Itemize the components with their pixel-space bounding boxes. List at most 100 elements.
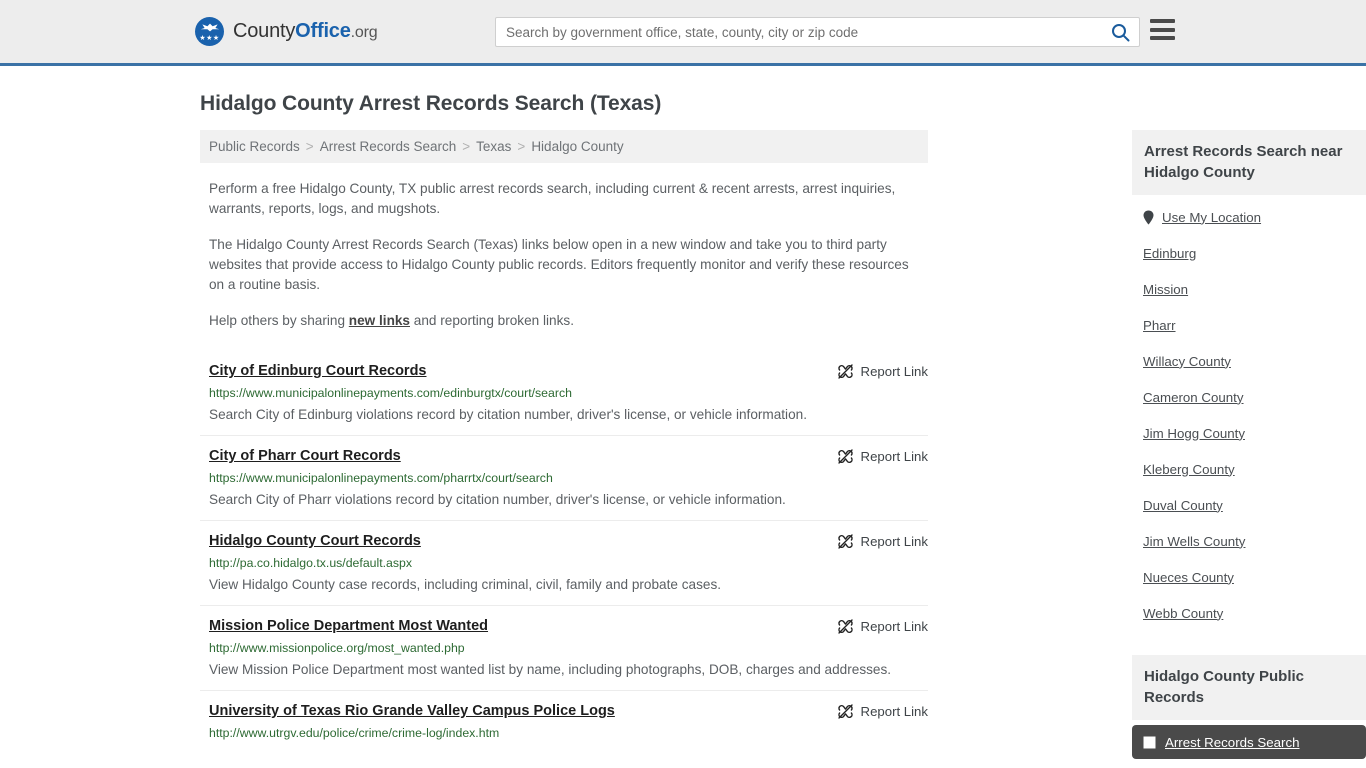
intro-paragraph-2: The Hidalgo County Arrest Records Search… bbox=[209, 237, 909, 292]
sidebar-item-pharr[interactable]: Pharr bbox=[1132, 307, 1366, 343]
report-link-button[interactable]: Report Link bbox=[837, 703, 928, 720]
report-link-label: Report Link bbox=[860, 534, 928, 549]
broken-link-icon bbox=[837, 448, 854, 465]
sidebar-item-court-records-search[interactable]: Court Records Search bbox=[1132, 759, 1366, 768]
intro-paragraph-3: Help others by sharing new links and rep… bbox=[209, 311, 919, 331]
sidebar-item-cameron-county[interactable]: Cameron County bbox=[1132, 379, 1366, 415]
hamburger-bar-3 bbox=[1150, 36, 1175, 40]
result-title-link[interactable]: University of Texas Rio Grande Valley Ca… bbox=[209, 702, 615, 721]
report-link-button[interactable]: Report Link bbox=[837, 448, 928, 465]
breadcrumb: Public Records > Arrest Records Search >… bbox=[200, 130, 928, 163]
content-area: Public Records > Arrest Records Search >… bbox=[200, 130, 1366, 768]
search-button[interactable] bbox=[1101, 18, 1139, 46]
broken-link-icon bbox=[837, 703, 854, 720]
report-link-button[interactable]: Report Link bbox=[837, 618, 928, 635]
stars-icon: ★★★ bbox=[199, 35, 220, 42]
sidebar-link-mission[interactable]: Mission bbox=[1143, 282, 1188, 297]
result-description: Search City of Edinburg violations recor… bbox=[209, 407, 807, 422]
sidebar-nearby-list: Use My Location Edinburg Mission Pharr W… bbox=[1132, 199, 1366, 631]
sidebar-link-nueces-county[interactable]: Nueces County bbox=[1143, 570, 1234, 585]
sidebar-item-use-my-location[interactable]: Use My Location bbox=[1132, 199, 1366, 235]
brand-part-county: County bbox=[233, 20, 296, 42]
results-list: City of Edinburg Court Records https://w… bbox=[200, 351, 928, 752]
report-link-button[interactable]: Report Link bbox=[837, 363, 928, 380]
breadcrumb-separator: > bbox=[517, 139, 526, 154]
intro-p3-before: Help others by sharing bbox=[209, 313, 349, 328]
sidebar-link-duval-county[interactable]: Duval County bbox=[1143, 498, 1223, 513]
report-link-label: Report Link bbox=[860, 364, 928, 379]
report-link-label: Report Link bbox=[860, 449, 928, 464]
result-description: View Mission Police Department most want… bbox=[209, 662, 892, 677]
sidebar-link-pharr[interactable]: Pharr bbox=[1143, 318, 1176, 333]
result-url: https://www.municipalonlinepayments.com/… bbox=[209, 471, 553, 485]
sidebar-item-edinburg[interactable]: Edinburg bbox=[1132, 235, 1366, 271]
breadcrumb-item-hidalgo-county[interactable]: Hidalgo County bbox=[531, 139, 623, 154]
sidebar-link-cameron-county[interactable]: Cameron County bbox=[1143, 390, 1244, 405]
site-logo-text: CountyOffice.org bbox=[233, 20, 378, 43]
result-url: https://www.municipalonlinepayments.com/… bbox=[209, 386, 572, 400]
result-title-link[interactable]: City of Edinburg Court Records bbox=[209, 362, 427, 381]
breadcrumb-separator: > bbox=[305, 139, 314, 154]
brand-part-office: Office bbox=[295, 20, 351, 42]
use-my-location-link[interactable]: Use My Location bbox=[1162, 210, 1261, 225]
search-input[interactable] bbox=[496, 18, 1101, 46]
eagle-icon bbox=[200, 23, 219, 32]
report-link-label: Report Link bbox=[860, 704, 928, 719]
sidebar-item-jim-hogg-county[interactable]: Jim Hogg County bbox=[1132, 415, 1366, 451]
sidebar-link-jim-wells-county[interactable]: Jim Wells County bbox=[1143, 534, 1245, 549]
broken-link-icon bbox=[837, 618, 854, 635]
sidebar-link-jim-hogg-county[interactable]: Jim Hogg County bbox=[1143, 426, 1245, 441]
result-item: City of Pharr Court Records https://www.… bbox=[200, 435, 928, 520]
report-link-label: Report Link bbox=[860, 619, 928, 634]
breadcrumb-item-texas[interactable]: Texas bbox=[476, 139, 511, 154]
breadcrumb-item-public-records[interactable]: Public Records bbox=[209, 139, 300, 154]
sidebar-item-duval-county[interactable]: Duval County bbox=[1132, 487, 1366, 523]
new-links-link[interactable]: new links bbox=[349, 313, 410, 328]
breadcrumb-item-arrest-records-search[interactable]: Arrest Records Search bbox=[320, 139, 457, 154]
sidebar-nearby-heading: Arrest Records Search near Hidalgo Count… bbox=[1132, 130, 1366, 195]
intro-text: Perform a free Hidalgo County, TX public… bbox=[200, 179, 928, 331]
report-link-button[interactable]: Report Link bbox=[837, 533, 928, 550]
intro-p3-after: and reporting broken links. bbox=[410, 313, 574, 328]
result-item: University of Texas Rio Grande Valley Ca… bbox=[200, 690, 928, 752]
square-icon bbox=[1143, 736, 1156, 749]
sidebar-item-arrest-records-search[interactable]: Arrest Records Search bbox=[1132, 725, 1366, 759]
result-title-link[interactable]: Mission Police Department Most Wanted bbox=[209, 617, 488, 636]
sidebar-public-records-heading: Hidalgo County Public Records bbox=[1132, 655, 1366, 720]
sidebar-link-kleberg-county[interactable]: Kleberg County bbox=[1143, 462, 1235, 477]
result-url: http://www.missionpolice.org/most_wanted… bbox=[209, 641, 465, 655]
sidebar-link-willacy-county[interactable]: Willacy County bbox=[1143, 354, 1231, 369]
result-item: Hidalgo County Court Records http://pa.c… bbox=[200, 520, 928, 605]
result-title-link[interactable]: City of Pharr Court Records bbox=[209, 447, 401, 466]
hamburger-menu-button[interactable] bbox=[1150, 19, 1175, 40]
page-body: Hidalgo County Arrest Records Search (Te… bbox=[0, 92, 1366, 768]
sidebar-item-willacy-county[interactable]: Willacy County bbox=[1132, 343, 1366, 379]
sidebar: Arrest Records Search near Hidalgo Count… bbox=[1132, 130, 1366, 768]
sidebar-link-webb-county[interactable]: Webb County bbox=[1143, 606, 1223, 621]
result-item: City of Edinburg Court Records https://w… bbox=[200, 351, 928, 435]
intro-paragraph-1: Perform a free Hidalgo County, TX public… bbox=[209, 181, 896, 216]
result-description: View Hidalgo County case records, includ… bbox=[209, 577, 722, 592]
sidebar-public-records-list: Arrest Records Search Court Record bbox=[1132, 725, 1366, 768]
result-title-link[interactable]: Hidalgo County Court Records bbox=[209, 532, 421, 551]
search-bar[interactable] bbox=[495, 17, 1140, 47]
broken-link-icon bbox=[837, 363, 854, 380]
sidebar-item-mission[interactable]: Mission bbox=[1132, 271, 1366, 307]
brand-part-tld: .org bbox=[350, 24, 378, 41]
result-url: http://pa.co.hidalgo.tx.us/default.aspx bbox=[209, 556, 413, 570]
sidebar-link-arrest-records-search[interactable]: Arrest Records Search bbox=[1165, 735, 1300, 750]
sidebar-link-edinburg[interactable]: Edinburg bbox=[1143, 246, 1196, 261]
sidebar-item-webb-county[interactable]: Webb County bbox=[1132, 595, 1366, 631]
site-logo[interactable]: ★★★ CountyOffice.org bbox=[195, 17, 378, 46]
breadcrumb-separator: > bbox=[462, 139, 471, 154]
sidebar-item-jim-wells-county[interactable]: Jim Wells County bbox=[1132, 523, 1366, 559]
county-office-seal-icon: ★★★ bbox=[195, 17, 224, 46]
main-column: Public Records > Arrest Records Search >… bbox=[200, 130, 928, 752]
result-item: Mission Police Department Most Wanted ht… bbox=[200, 605, 928, 690]
search-icon bbox=[1111, 23, 1129, 41]
sidebar-item-nueces-county[interactable]: Nueces County bbox=[1132, 559, 1366, 595]
result-description: Search City of Pharr violations record b… bbox=[209, 492, 786, 507]
page-title: Hidalgo County Arrest Records Search (Te… bbox=[200, 92, 662, 115]
sidebar-item-kleberg-county[interactable]: Kleberg County bbox=[1132, 451, 1366, 487]
